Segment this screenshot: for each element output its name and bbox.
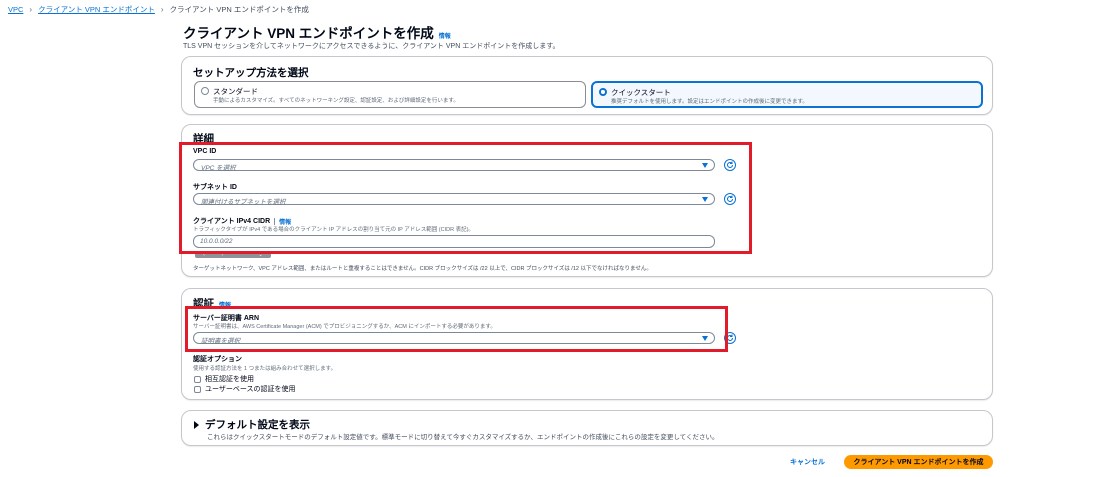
label-divider (274, 217, 276, 225)
vpc-id-label: VPC ID (193, 148, 217, 155)
setup-option-quickstart[interactable]: クイックスタート 推奨デフォルトを使用します。設定はエンドポイントの作成後に変更… (591, 81, 983, 108)
refresh-icon (727, 161, 733, 168)
default-settings-title: デフォルト設定を表示 (205, 419, 310, 431)
breadcrumb: VPC › クライアント VPN エンドポイント › クライアント VPN エン… (8, 4, 309, 15)
caret-down-icon (702, 197, 708, 202)
subnet-id-label: サブネット ID (193, 184, 237, 191)
setup-method-title: セットアップ方法を選択 (193, 67, 309, 79)
caret-down-icon (702, 163, 708, 168)
setup-method-card: セットアップ方法を選択 スタンダード 手動によるカスタマイズ。すべてのネットワー… (181, 56, 993, 115)
server-cert-description: サーバー証明書は、AWS Certificate Manager (ACM) で… (193, 324, 496, 330)
subnet-id-select[interactable]: 関連付けるサブネットを選択 (193, 193, 715, 206)
cidr-description: トラフィックタイプが IPv4 である場合のクライアント IP アドレスの割り当… (193, 227, 474, 233)
caret-right-icon (194, 420, 199, 429)
page-info-link[interactable]: 情報 (439, 31, 451, 40)
mutual-auth-checkbox-row[interactable]: 相互認証を使用 (194, 374, 254, 384)
auth-card: 認証 情報 (181, 288, 993, 400)
auth-options-description: 使用する認証方法を 1 つまたは組み合わせて選択します。 (193, 366, 337, 372)
vpc-id-select[interactable]: VPC を選択 (193, 159, 715, 172)
page-description: TLS VPN セッションを介してネットワークにアクセスできるように、クライアン… (183, 43, 560, 50)
setup-option-standard[interactable]: スタンダード 手動によるカスタマイズ。すべてのネットワーキング設定、認証設定、お… (194, 81, 586, 108)
setup-option-quickstart-desc: 推奨デフォルトを使用します。設定はエンドポイントの作成後に変更できます。 (611, 99, 808, 105)
cancel-button[interactable]: キャンセル (790, 456, 825, 468)
refresh-icon (727, 334, 733, 341)
subnet-id-placeholder: 関連付けるサブネットを選択 (201, 198, 286, 206)
user-auth-checkbox-row[interactable]: ユーザーベースの認証を使用 (194, 384, 296, 394)
vpc-id-placeholder: VPC を選択 (201, 164, 236, 172)
server-cert-placeholder: 証明書を選択 (201, 337, 240, 345)
create-endpoint-button[interactable]: クライアント VPN エンドポイントを作成 (844, 455, 993, 469)
cidr-input[interactable]: 10.0.0.0/22 (193, 235, 715, 248)
auth-info-link[interactable]: 情報 (219, 300, 231, 309)
cidr-input-placeholder: 10.0.0.0/22 (200, 238, 233, 245)
user-auth-label: ユーザーベースの認証を使用 (205, 386, 296, 393)
details-title: 詳細 (193, 133, 214, 145)
user-auth-checkbox[interactable] (194, 385, 201, 393)
chevron-right-icon: › (29, 5, 33, 14)
default-settings-description: これらはクイックスタートモードのデフォルト設定値です。標準モードに切り替えて今す… (207, 434, 719, 441)
radio-quickstart[interactable] (599, 88, 607, 96)
obscured-element: ‹ › ^ ⌄ (195, 251, 271, 258)
cidr-constraint-note: ターゲットネットワーク、VPC アドレス範囲、またはルートと重複することはできま… (193, 266, 652, 272)
breadcrumb-client-vpn-link[interactable]: クライアント VPN エンドポイント (38, 4, 155, 15)
server-cert-select[interactable]: 証明書を選択 (193, 332, 715, 345)
breadcrumb-current: クライアント VPN エンドポイントを作成 (169, 5, 309, 14)
auth-options-label: 認証オプション (193, 356, 242, 363)
refresh-icon (727, 195, 733, 202)
breadcrumb-vpc-link[interactable]: VPC (8, 5, 23, 14)
chevron-right-icon: › (160, 5, 164, 14)
page-title-text: クライアント VPN エンドポイントを作成 (183, 26, 434, 41)
server-cert-refresh-button[interactable] (724, 332, 736, 344)
mutual-auth-label: 相互認証を使用 (205, 376, 254, 383)
auth-title: 認証 情報 (193, 296, 231, 311)
vpc-refresh-button[interactable] (724, 159, 736, 171)
mutual-auth-checkbox[interactable] (194, 375, 201, 383)
radio-standard[interactable] (201, 87, 209, 95)
subnet-refresh-button[interactable] (724, 193, 736, 205)
caret-down-icon (702, 336, 708, 341)
setup-option-standard-desc: 手動によるカスタマイズ。すべてのネットワーキング設定、認証設定、および詳細設定を… (213, 98, 459, 104)
default-settings-toggle[interactable]: デフォルト設定を表示 (194, 417, 310, 432)
page-title: クライアント VPN エンドポイントを作成 情報 (183, 22, 451, 42)
auth-title-text: 認証 (193, 298, 214, 310)
